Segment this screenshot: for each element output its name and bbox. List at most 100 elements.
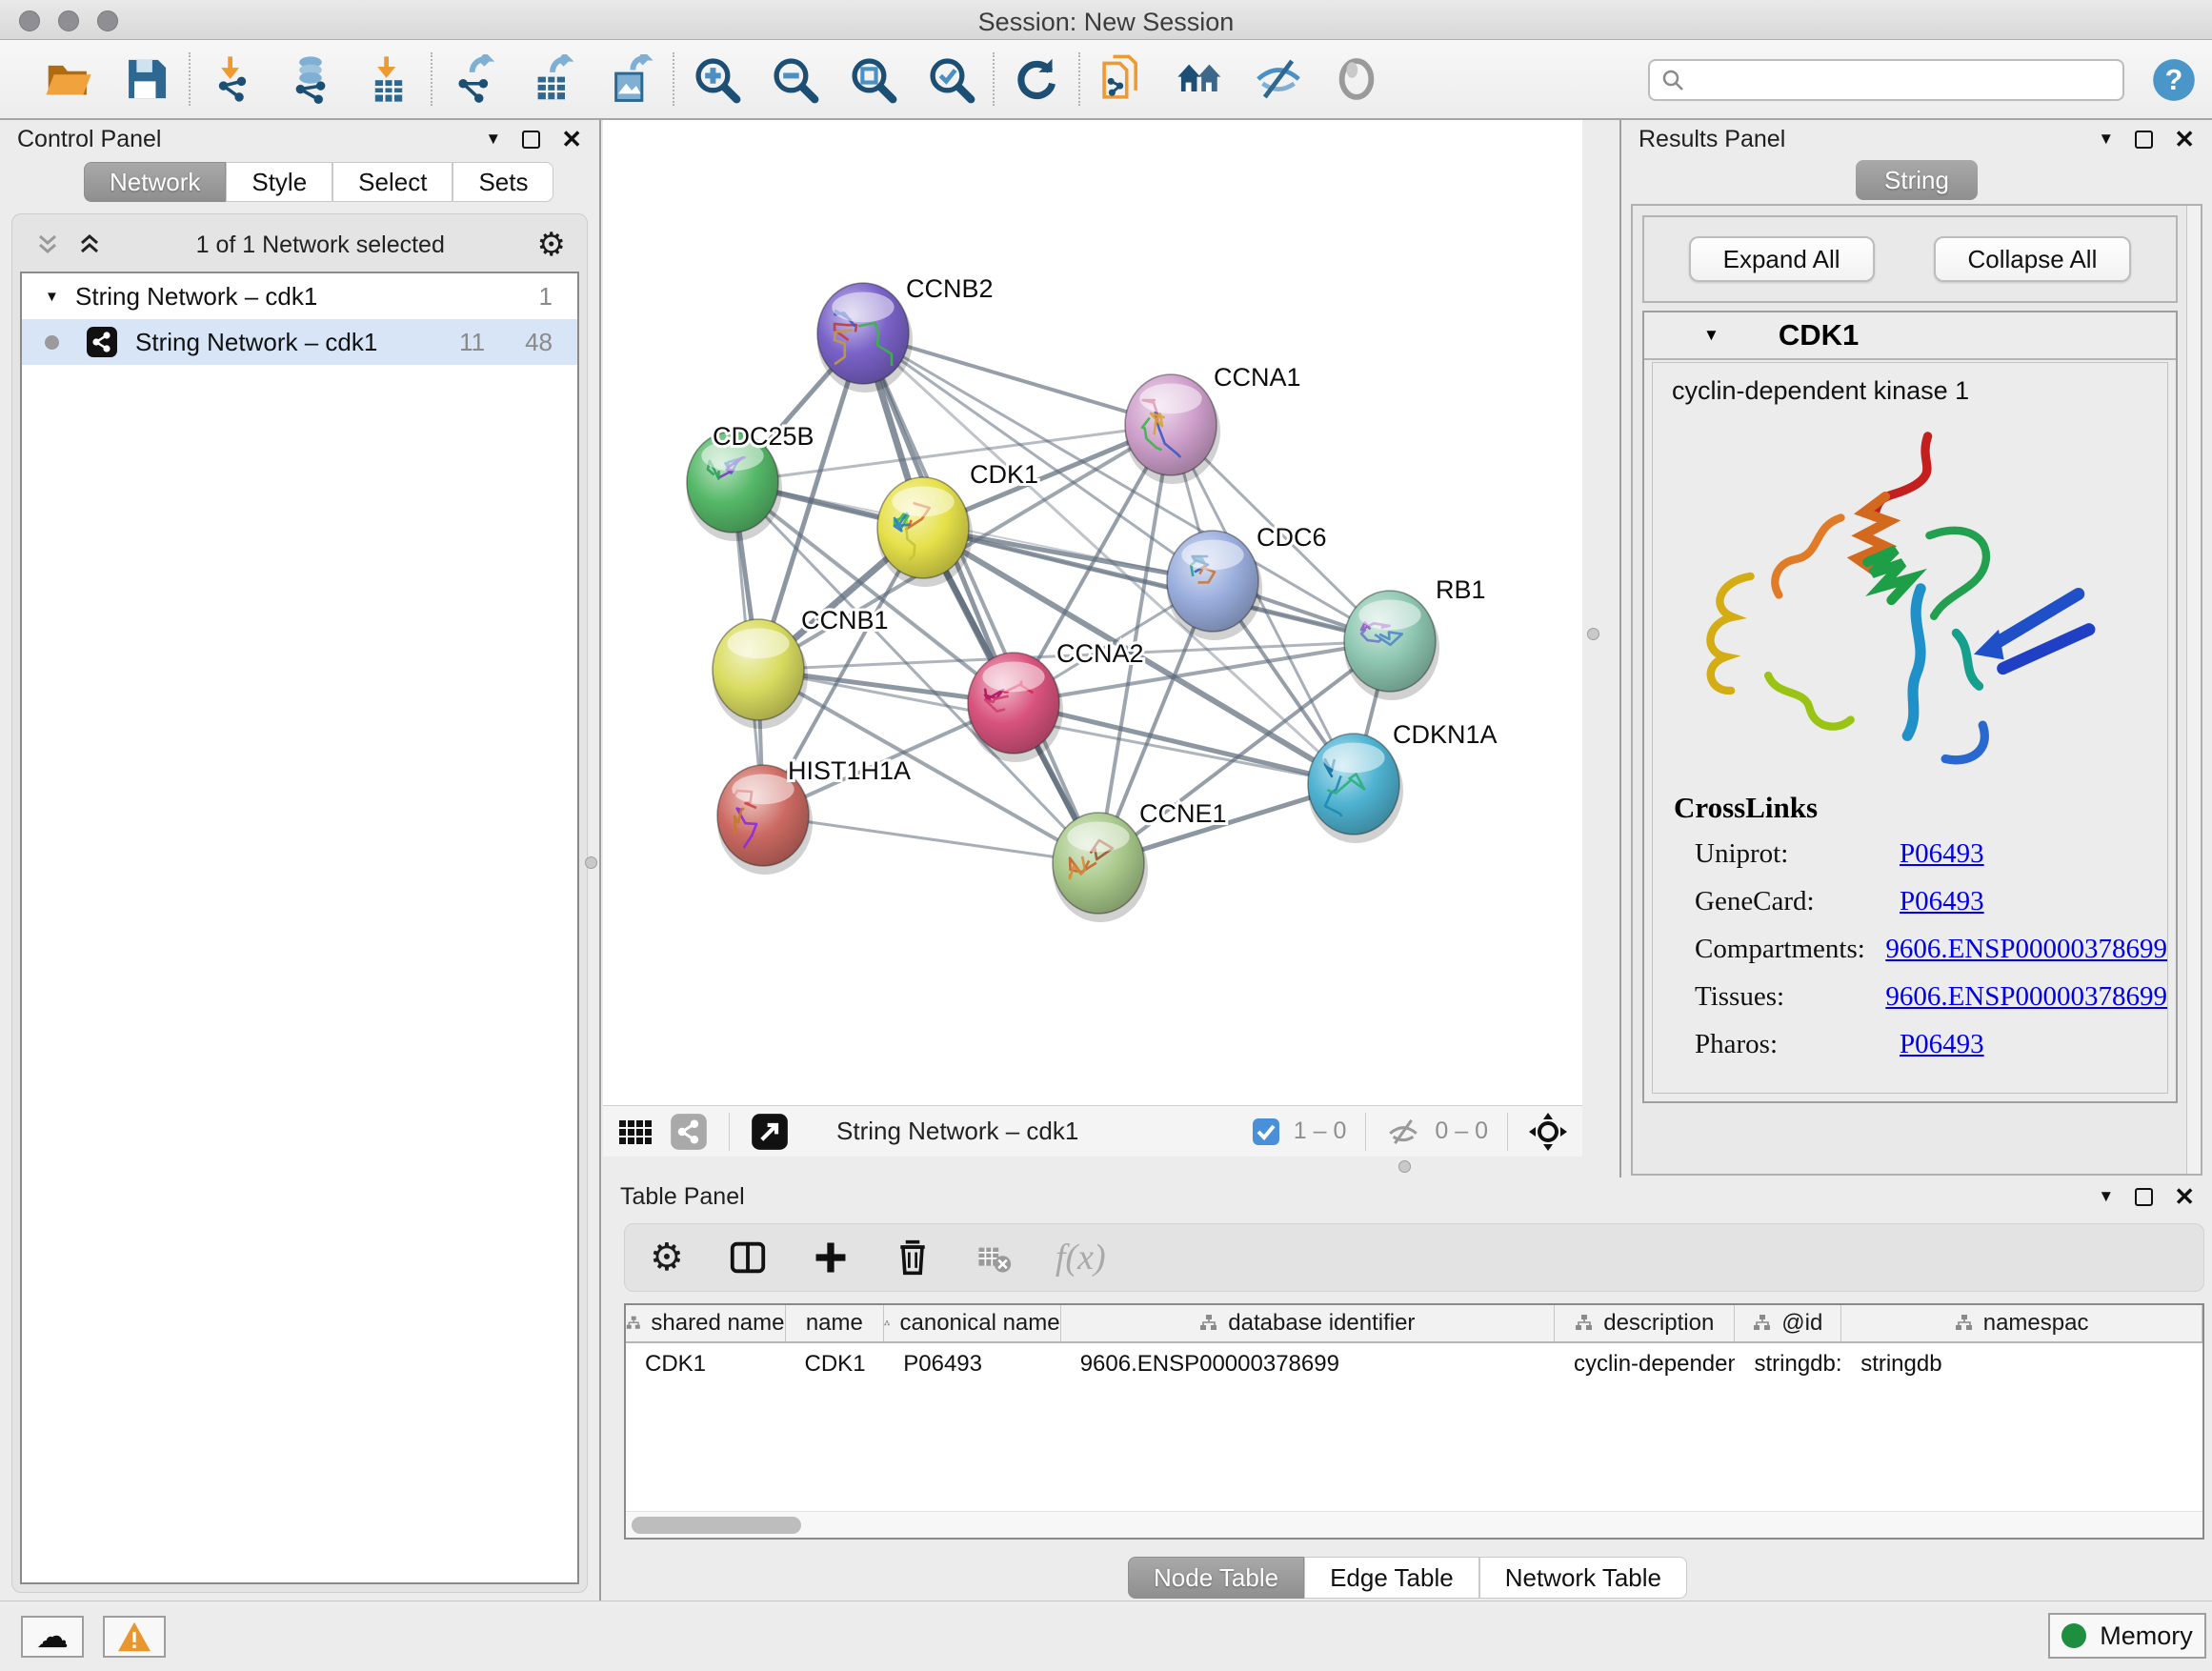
crosslink-pharos[interactable]: P06493 — [1900, 1029, 1984, 1060]
node-RB1[interactable] — [1344, 591, 1439, 700]
crosslink-genecard[interactable]: P06493 — [1900, 886, 1984, 917]
network-share-view-icon[interactable] — [670, 1113, 708, 1151]
node-CCNE1[interactable] — [1053, 813, 1148, 922]
tab-sets[interactable]: Sets — [452, 162, 553, 202]
tab-network[interactable]: Network — [84, 162, 226, 202]
collapse-all-button[interactable]: Collapse All — [1934, 236, 2132, 282]
crosslink-tissues[interactable]: 9606.ENSP00000378699 — [1885, 981, 2167, 1013]
results-panel-menu-icon[interactable]: ▼ — [2098, 130, 2114, 149]
results-panel-close-icon[interactable]: ✕ — [2174, 127, 2195, 151]
network-options-gear-icon[interactable]: ⚙ — [537, 229, 566, 261]
collection-expander-icon[interactable]: ▼ — [45, 289, 60, 305]
detach-view-icon[interactable] — [751, 1113, 789, 1151]
column-header-shared-name[interactable]: shared name — [626, 1305, 786, 1341]
table-panel-menu-icon[interactable]: ▼ — [2098, 1187, 2114, 1206]
hidden-eye-icon[interactable] — [1385, 1114, 1421, 1150]
node-CCNA2[interactable] — [968, 653, 1063, 762]
search-icon — [1661, 69, 1684, 91]
export-network-file-icon[interactable] — [450, 54, 499, 104]
left-splitter-handle[interactable] — [585, 856, 597, 869]
expand-all-icon[interactable] — [75, 231, 104, 259]
tab-network-table[interactable]: Network Table — [1479, 1557, 1687, 1599]
add-column-icon[interactable] — [812, 1238, 850, 1277]
show-all-icon[interactable] — [1332, 54, 1381, 104]
zoom-selected-icon[interactable] — [926, 54, 975, 104]
crosslink-uniprot[interactable]: P06493 — [1900, 838, 1984, 870]
horizontal-splitter-handle[interactable] — [1398, 1160, 1411, 1173]
tab-edge-table[interactable]: Edge Table — [1304, 1557, 1479, 1599]
svg-text:CDKN1A: CDKN1A — [1393, 720, 1498, 749]
gene-expander-icon[interactable]: ▼ — [1703, 326, 1719, 345]
network-row-selected[interactable]: String Network – cdk1 11 48 — [22, 319, 577, 365]
control-panel: Control Panel ▼ ✕ Network Style Select S… — [0, 120, 601, 1601]
control-panel-float-icon[interactable] — [522, 131, 540, 149]
crosslink-compartments[interactable]: 9606.ENSP00000378699 — [1885, 934, 2167, 965]
table-panel-close-icon[interactable]: ✕ — [2174, 1184, 2195, 1209]
column-header--id[interactable]: @id — [1735, 1305, 1841, 1341]
column-header-database-identifier[interactable]: database identifier — [1061, 1305, 1555, 1341]
help-icon[interactable]: ? — [2151, 57, 2197, 103]
node-CDK1[interactable] — [877, 477, 973, 587]
column-header-canonical-name[interactable]: canonical name — [884, 1305, 1060, 1341]
warning-button[interactable] — [103, 1616, 166, 1658]
birds-eye-view-icon[interactable] — [1527, 1111, 1569, 1153]
zoom-in-icon[interactable] — [692, 54, 741, 104]
show-columns-icon[interactable] — [728, 1238, 768, 1278]
table-horizontal-scrollbar[interactable] — [626, 1511, 2202, 1538]
control-panel-menu-icon[interactable]: ▼ — [485, 130, 501, 149]
svg-text:?: ? — [2165, 64, 2183, 96]
svg-text:CCNB1: CCNB1 — [801, 606, 889, 634]
table-panel: Table Panel ▼ ✕ ⚙ f(x) shared namenam — [603, 1178, 2212, 1601]
tab-select[interactable]: Select — [332, 162, 452, 202]
node-CCNA1[interactable] — [1125, 374, 1220, 484]
tab-string[interactable]: String — [1856, 160, 1978, 200]
hide-selected-icon[interactable] — [1254, 54, 1303, 104]
table-panel-float-icon[interactable] — [2135, 1188, 2153, 1206]
tab-node-table[interactable]: Node Table — [1128, 1557, 1304, 1599]
expand-all-button[interactable]: Expand All — [1689, 236, 1875, 282]
search-box[interactable] — [1648, 59, 2124, 101]
zoom-fit-icon[interactable] — [848, 54, 897, 104]
save-session-icon[interactable] — [122, 54, 171, 104]
import-network-database-icon[interactable] — [286, 54, 335, 104]
table-row[interactable]: CDK1CDK1P064939606.ENSP00000378699cyclin… — [626, 1343, 2202, 1385]
cloud-button[interactable]: ☁ — [21, 1616, 84, 1658]
search-input[interactable] — [1692, 67, 2111, 94]
column-header-namespac[interactable]: namespac — [1841, 1305, 2202, 1341]
export-image-file-icon[interactable] — [606, 54, 655, 104]
import-table-file-icon[interactable] — [364, 54, 413, 104]
network-canvas[interactable]: CCNB2CCNA1CDC25BCDK1CDC6RB1CCNB1CCNA2CDK… — [603, 120, 1582, 1105]
string-import-icon[interactable] — [1097, 54, 1147, 104]
svg-text:CDK1: CDK1 — [970, 460, 1038, 489]
function-builder-icon[interactable]: f(x) — [1056, 1237, 1106, 1278]
results-scrollbar[interactable] — [2186, 206, 2201, 1174]
table-scrollbar-thumb[interactable] — [632, 1517, 801, 1534]
column-header-name[interactable]: name — [786, 1305, 885, 1341]
node-CCNB2[interactable] — [817, 283, 913, 393]
selected-checkbox-icon[interactable] — [1252, 1117, 1280, 1146]
export-table-file-icon[interactable] — [528, 54, 577, 104]
gene-section-header[interactable]: ▼ CDK1 — [1644, 312, 2176, 360]
grid-view-icon[interactable] — [616, 1113, 654, 1151]
tab-style[interactable]: Style — [226, 162, 332, 202]
results-panel-float-icon[interactable] — [2135, 131, 2153, 149]
gene-symbol: CDK1 — [1779, 318, 1859, 352]
open-session-icon[interactable] — [44, 54, 93, 104]
node-table[interactable]: shared namenamecanonical namedatabase id… — [624, 1303, 2204, 1540]
network-collection-row[interactable]: ▼ String Network – cdk1 1 — [22, 273, 577, 319]
refresh-network-icon[interactable] — [1012, 54, 1061, 104]
table-options-gear-icon[interactable]: ⚙ — [650, 1238, 684, 1277]
delete-table-icon[interactable] — [975, 1239, 1012, 1276]
first-neighbors-icon[interactable] — [1176, 54, 1225, 104]
right-splitter-handle[interactable] — [1587, 628, 1599, 640]
collapse-all-icon[interactable] — [33, 231, 62, 259]
control-panel-close-icon[interactable]: ✕ — [561, 127, 582, 151]
delete-column-icon[interactable] — [894, 1238, 932, 1277]
import-network-file-icon[interactable] — [208, 54, 257, 104]
memory-button[interactable]: Memory — [2048, 1613, 2206, 1659]
network-graph[interactable]: CCNB2CCNA1CDC25BCDK1CDC6RB1CCNB1CCNA2CDK… — [603, 120, 1582, 1105]
node-CDC6[interactable] — [1167, 531, 1262, 640]
node-CDKN1A[interactable] — [1308, 734, 1403, 843]
column-header-description[interactable]: description — [1555, 1305, 1735, 1341]
zoom-out-icon[interactable] — [770, 54, 819, 104]
